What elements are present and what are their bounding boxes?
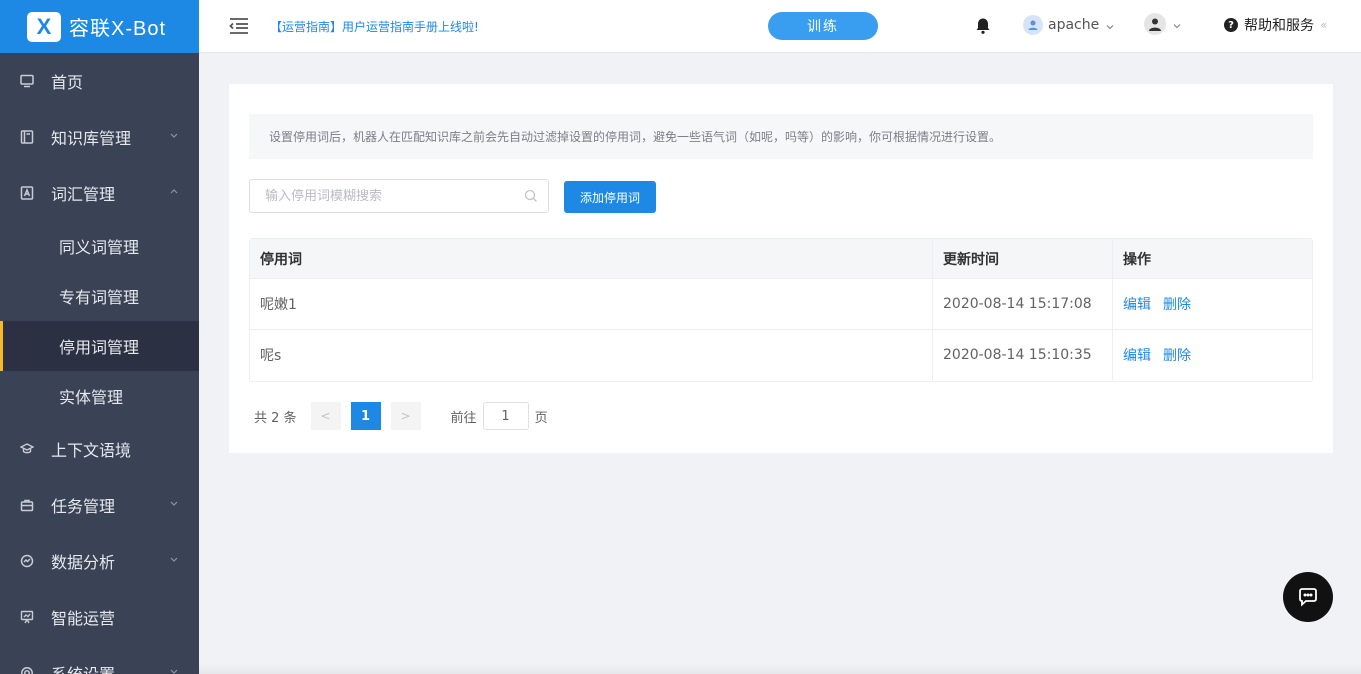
cell-stopword: 呢s: [250, 330, 933, 380]
logo-mark-icon: X: [27, 11, 61, 42]
sidebar-item-label: 首页: [51, 73, 84, 92]
monitor-icon: [20, 74, 34, 88]
top-header: 【运营指南】用户运营指南手册上线啦! 训练 apache ? 帮助和服务 «: [199, 0, 1361, 53]
goto-page-input[interactable]: [482, 402, 529, 430]
cell-actions: 编辑 删除: [1113, 330, 1312, 380]
sidebar-subitem-label: 同义词管理: [59, 238, 140, 257]
pagination-jumper: 前往 页: [451, 402, 548, 430]
cell-stopword: 呢嫩1: [250, 279, 933, 329]
collapse-icon[interactable]: «: [1320, 18, 1327, 32]
sidebar-item-settings[interactable]: 系统设置: [0, 645, 199, 674]
avatar: [1144, 13, 1166, 35]
next-page-button[interactable]: >: [390, 402, 421, 430]
sidebar-item-label: 知识库管理: [51, 129, 132, 148]
column-header-stopword: 停用词: [250, 239, 933, 279]
train-button[interactable]: 训练: [768, 12, 878, 40]
sidebar-item-knowledge-base[interactable]: 知识库管理: [0, 109, 199, 165]
chevron-up-icon: [169, 187, 179, 200]
sidebar-item-tasks[interactable]: 任务管理: [0, 477, 199, 533]
sidebar-subitem-entities[interactable]: 实体管理: [0, 371, 199, 421]
sidebar-nav: 首页 知识库管理 词汇管理 同义词管理 专有词管理 停用词管理 实体管理 上下文…: [0, 53, 199, 674]
sidebar-item-label: 系统设置: [51, 661, 115, 674]
table-row: 呢s 2020-08-14 15:10:35 编辑 删除: [250, 330, 1312, 381]
chevron-down-icon: [1172, 19, 1182, 29]
settings-icon: [20, 666, 34, 674]
chat-bubble-icon: [1299, 588, 1317, 607]
sidebar-item-analytics[interactable]: 数据分析: [0, 533, 199, 589]
sidebar-item-label: 词汇管理: [51, 185, 116, 204]
prev-page-button[interactable]: <: [310, 402, 341, 430]
chat-support-button[interactable]: [1283, 572, 1333, 622]
pagination-total: 共 2 条: [254, 410, 297, 426]
sidebar-item-operations[interactable]: 智能运营: [0, 589, 199, 645]
search-input[interactable]: [265, 188, 524, 204]
goto-label: 前往: [450, 410, 477, 426]
column-header-actions: 操作: [1123, 252, 1151, 268]
delete-link[interactable]: 删除: [1163, 345, 1191, 365]
graduation-cap-icon: [20, 442, 34, 456]
help-and-service[interactable]: ? 帮助和服务 «: [1224, 15, 1327, 35]
presentation-icon: [20, 610, 34, 624]
chevron-down-icon: [169, 667, 179, 674]
chevron-down-icon: [169, 499, 179, 512]
sidebar: X 容联X-Bot 首页 知识库管理 词汇管理 同义词管理 专有词管理 停用词管…: [0, 0, 199, 674]
vocab-icon: [20, 186, 34, 200]
account-name: apache: [1048, 17, 1100, 33]
bell-icon[interactable]: [974, 17, 992, 35]
logo[interactable]: X 容联X-Bot: [0, 0, 199, 53]
chevron-down-icon: [169, 131, 179, 144]
operations-guide-notice[interactable]: 【运营指南】用户运营指南手册上线啦!: [270, 18, 479, 35]
pagination: 共 2 条 < 1 > 前往 页: [254, 402, 548, 430]
stopwords-table: 停用词 更新时间 操作 呢嫩1 2020-08-14 15:17:08 编辑 删…: [249, 238, 1313, 382]
menu-fold-icon[interactable]: [229, 17, 249, 35]
table-row: 呢嫩1 2020-08-14 15:17:08 编辑 删除: [250, 279, 1312, 330]
search-icon[interactable]: [524, 189, 538, 203]
sidebar-subitem-label: 实体管理: [59, 388, 124, 407]
sidebar-subitem-synonyms[interactable]: 同义词管理: [0, 221, 199, 271]
cell-actions: 编辑 删除: [1113, 279, 1312, 329]
briefcase-icon: [20, 498, 34, 512]
page-number-current[interactable]: 1: [350, 402, 381, 430]
edit-link[interactable]: 编辑: [1123, 345, 1151, 365]
sidebar-subitem-stopwords[interactable]: 停用词管理: [0, 321, 199, 371]
table-header-row: 停用词 更新时间 操作: [250, 239, 1312, 279]
column-header-updated: 更新时间: [933, 239, 1113, 279]
account-switcher[interactable]: apache: [1023, 13, 1115, 37]
help-label: 帮助和服务: [1244, 18, 1314, 34]
robot-avatar-icon: [1023, 15, 1043, 35]
add-stopword-button[interactable]: 添加停用词: [564, 181, 656, 213]
chevron-down-icon: [169, 555, 179, 568]
book-icon: [20, 130, 34, 144]
delete-link[interactable]: 删除: [1163, 294, 1191, 314]
stopwords-panel: 设置停用词后，机器人在匹配知识库之前会先自动过滤掉设置的停用词，避免一些语气词（…: [229, 84, 1333, 453]
edit-link[interactable]: 编辑: [1123, 294, 1151, 314]
sidebar-item-label: 上下文语境: [51, 441, 132, 460]
user-profile-menu[interactable]: [1144, 13, 1182, 35]
stopwords-tip: 设置停用词后，机器人在匹配知识库之前会先自动过滤掉设置的停用词，避免一些语气词（…: [249, 114, 1313, 159]
sidebar-subitem-label: 停用词管理: [59, 338, 140, 357]
logo-text: 容联X-Bot: [69, 18, 167, 40]
sidebar-item-label: 任务管理: [51, 497, 116, 516]
dashboard-icon: [20, 554, 34, 568]
question-icon: ?: [1224, 18, 1238, 32]
cell-updated: 2020-08-14 15:10:35: [933, 330, 1113, 380]
bottom-shadow: [199, 664, 1361, 674]
sidebar-subitem-label: 专有词管理: [59, 288, 140, 307]
search-box[interactable]: [249, 179, 549, 213]
chevron-down-icon: [1105, 20, 1115, 30]
cell-updated: 2020-08-14 15:17:08: [933, 279, 1113, 329]
sidebar-subitem-proper-nouns[interactable]: 专有词管理: [0, 271, 199, 321]
sidebar-item-home[interactable]: 首页: [0, 53, 199, 109]
sidebar-item-label: 智能运营: [51, 609, 116, 628]
sidebar-item-label: 数据分析: [51, 553, 116, 572]
sidebar-item-context[interactable]: 上下文语境: [0, 421, 199, 477]
page-unit-label: 页: [534, 410, 548, 426]
sidebar-item-vocabulary[interactable]: 词汇管理: [0, 165, 199, 221]
